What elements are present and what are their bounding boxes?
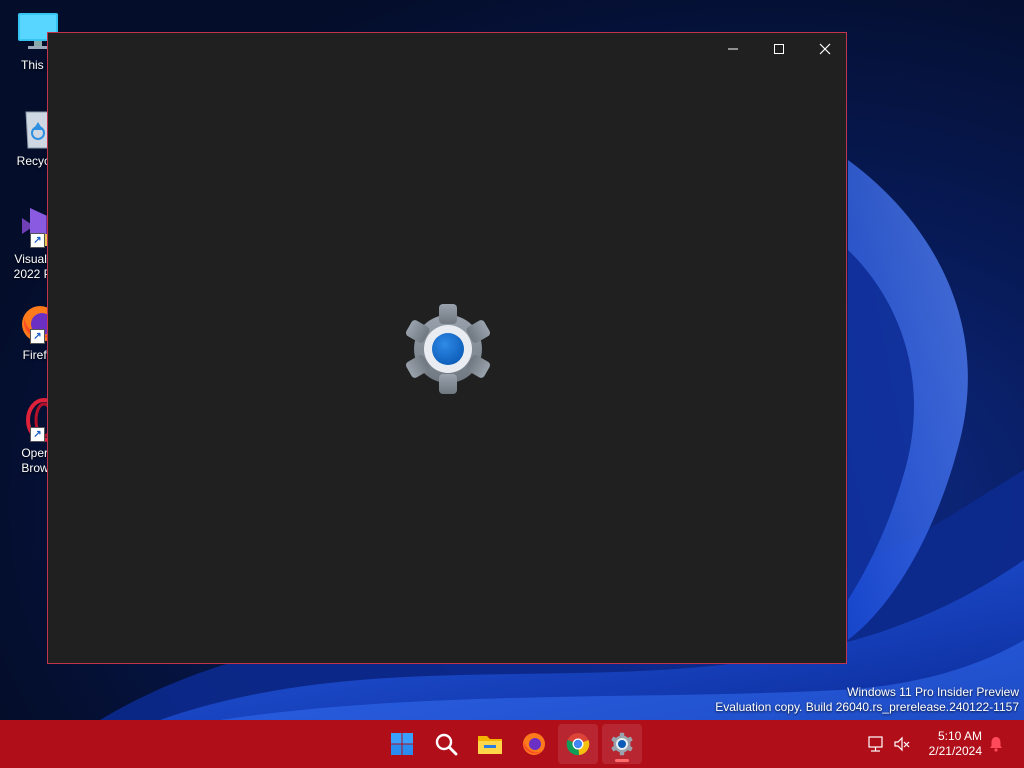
close-icon (819, 43, 831, 55)
evaluation-watermark: Windows 11 Pro Insider Preview Evaluatio… (715, 685, 1019, 715)
file-explorer-icon (478, 736, 502, 754)
clock-time: 5:10 AM (937, 729, 982, 743)
shortcut-arrow-icon: ↗ (30, 233, 45, 248)
shortcut-arrow-icon: ↗ (30, 427, 45, 442)
settings-taskbar-button[interactable] (602, 724, 642, 764)
shortcut-arrow-icon: ↗ (30, 329, 45, 344)
firefox-icon (523, 733, 545, 755)
maximize-icon (774, 44, 784, 54)
settings-icon (611, 732, 633, 756)
close-button[interactable] (802, 33, 848, 65)
start-button[interactable] (382, 724, 422, 764)
clock-date: 2/21/2024 (928, 744, 982, 758)
taskbar-clock[interactable]: 5:10 AM 2/21/2024 (929, 729, 982, 759)
network-icon[interactable] (867, 735, 885, 753)
watermark-line-2: Evaluation copy. Build 26040.rs_prerelea… (715, 700, 1019, 714)
volume-muted-icon[interactable] (893, 735, 911, 753)
minimize-button[interactable] (710, 33, 756, 65)
start-icon (391, 733, 413, 755)
notification-bell-icon[interactable] (987, 735, 1005, 753)
firefox-taskbar-button[interactable] (514, 724, 554, 764)
file-explorer-button[interactable] (470, 724, 510, 764)
chrome-icon (566, 733, 590, 756)
chrome-taskbar-button[interactable] (558, 724, 598, 764)
maximize-button[interactable] (756, 33, 802, 65)
settings-window[interactable] (47, 32, 847, 664)
minimize-icon (728, 48, 738, 50)
watermark-line-1: Windows 11 Pro Insider Preview (847, 685, 1019, 699)
search-icon (435, 733, 458, 756)
active-app-indicator (615, 759, 629, 762)
settings-gear-icon (405, 304, 491, 394)
search-button[interactable] (426, 724, 466, 764)
